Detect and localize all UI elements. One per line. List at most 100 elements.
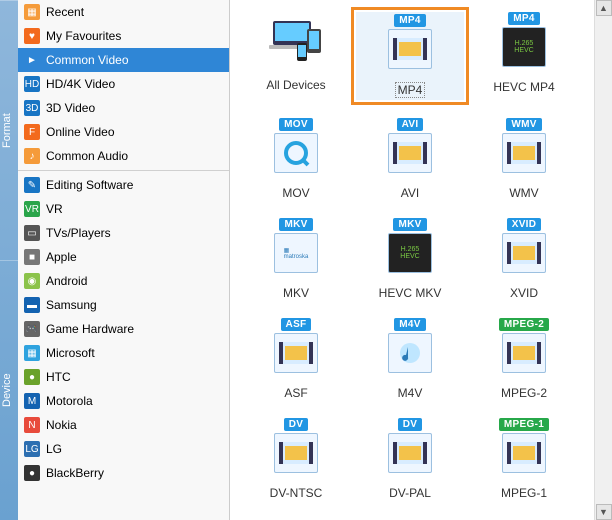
format-grid-wrap: All DevicesMP4MP4MP4H.265HEVCHEVC MP4MOV… bbox=[230, 0, 594, 520]
format-badge: MKV bbox=[279, 218, 312, 231]
nav-item-vr[interactable]: VRVR bbox=[18, 197, 229, 221]
format-badge: MOV bbox=[279, 118, 313, 131]
nav-item-common-video[interactable]: ► Common Video bbox=[18, 48, 229, 72]
tab-format[interactable]: Format bbox=[0, 0, 18, 260]
nav-item-label: TVs/Players bbox=[46, 226, 111, 240]
format-tile-dv-pal[interactable]: DV DV-PAL bbox=[356, 418, 464, 500]
tile-label: HEVC MP4 bbox=[493, 80, 554, 94]
format-tile-mpeg-2[interactable]: MPEG-2 MPEG-2 bbox=[470, 318, 578, 400]
format-badge: DV bbox=[398, 418, 423, 431]
file-icon: MKV ▦matroska bbox=[266, 218, 326, 280]
format-tile-asf[interactable]: ASF ASF bbox=[242, 318, 350, 400]
tile-label: DV-PAL bbox=[389, 486, 431, 500]
scrollbar[interactable]: ▲ ▼ bbox=[594, 0, 612, 520]
file-body-icon bbox=[502, 333, 546, 373]
format-badge: MP4 bbox=[394, 14, 425, 27]
file-body-icon: ▦matroska bbox=[274, 233, 318, 273]
tv-icon: ▭ bbox=[24, 225, 40, 241]
game-icon: 🎮 bbox=[24, 321, 40, 337]
nav-item-label: BlackBerry bbox=[46, 466, 104, 480]
htc-icon: ● bbox=[24, 369, 40, 385]
nav-item-label: Online Video bbox=[46, 125, 115, 139]
nav-item-label: Editing Software bbox=[46, 178, 133, 192]
tile-label: WMV bbox=[509, 186, 538, 200]
audio-icon: ♪ bbox=[24, 148, 40, 164]
format-badge: XVID bbox=[507, 218, 542, 231]
file-icon: MOV bbox=[266, 118, 326, 180]
format-badge: ASF bbox=[281, 318, 312, 331]
tile-label: DV-NTSC bbox=[270, 486, 323, 500]
file-body-icon: H.265HEVC bbox=[502, 27, 546, 67]
nav-item-common-audio[interactable]: ♪Common Audio bbox=[18, 144, 229, 168]
nav-item-nokia[interactable]: NNokia bbox=[18, 413, 229, 437]
editing-icon: ✎ bbox=[24, 177, 40, 193]
nav-item-lg[interactable]: LGLG bbox=[18, 437, 229, 461]
tab-device[interactable]: Device bbox=[0, 260, 18, 520]
format-tile-dv-ntsc[interactable]: DVDV-NTSC bbox=[242, 418, 350, 500]
nav-item-online-video[interactable]: F Online Video bbox=[18, 120, 229, 144]
file-icon: ASF bbox=[266, 318, 326, 380]
nav-item-android[interactable]: ◉Android bbox=[18, 269, 229, 293]
nav-item-microsoft[interactable]: ▦Microsoft bbox=[18, 341, 229, 365]
format-tile-mpeg-1[interactable]: MPEG-1MPEG-1 bbox=[470, 418, 578, 500]
recent-icon: ▦ bbox=[24, 4, 40, 20]
tile-label: MPEG-2 bbox=[501, 386, 547, 400]
samsung-icon: ▬ bbox=[24, 297, 40, 313]
file-icon: XVID bbox=[494, 218, 554, 280]
nav-item-samsung[interactable]: ▬Samsung bbox=[18, 293, 229, 317]
format-badge: MPEG-1 bbox=[499, 418, 549, 431]
nokia-icon: N bbox=[24, 417, 40, 433]
format-tile-all-devices[interactable]: All Devices bbox=[242, 12, 350, 100]
nav-item-editing-software[interactable]: ✎ Editing Software bbox=[18, 173, 229, 197]
file-icon: MPEG-1 bbox=[494, 418, 554, 480]
nav-item-apple[interactable]: ■Apple bbox=[18, 245, 229, 269]
tile-label: ASF bbox=[284, 386, 307, 400]
nav-item-recent[interactable]: ▦ Recent bbox=[18, 0, 229, 24]
format-tile-mkv[interactable]: MKV ▦matroska MKV bbox=[242, 218, 350, 300]
nav-item-htc[interactable]: ● HTC bbox=[18, 365, 229, 389]
sidebar: Format Device ▦ Recent ♥My Favourites ► Comm… bbox=[0, 0, 230, 520]
file-body-icon bbox=[502, 133, 546, 173]
motorola-icon: M bbox=[24, 393, 40, 409]
file-body-icon bbox=[274, 333, 318, 373]
file-body-icon: H.265HEVC bbox=[388, 233, 432, 273]
format-badge: AVI bbox=[397, 118, 424, 131]
file-icon: WMV bbox=[494, 118, 554, 180]
format-tile-mp4[interactable]: MP4MP4 bbox=[356, 12, 464, 100]
nav-item-label: HTC bbox=[46, 370, 71, 384]
tile-label: MOV bbox=[282, 186, 309, 200]
format-badge: MKV bbox=[393, 218, 426, 231]
format-tile-mov[interactable]: MOV MOV bbox=[242, 118, 350, 200]
tile-label: MKV bbox=[283, 286, 309, 300]
format-tile-hevc-mp4[interactable]: MP4H.265HEVCHEVC MP4 bbox=[470, 12, 578, 100]
scroll-down-icon[interactable]: ▼ bbox=[596, 504, 612, 520]
format-tile-wmv[interactable]: WMV WMV bbox=[470, 118, 578, 200]
video-icon: ► bbox=[24, 52, 40, 68]
android-icon: ◉ bbox=[24, 273, 40, 289]
file-body-icon bbox=[388, 333, 432, 373]
format-tile-avi[interactable]: AVIAVI bbox=[356, 118, 464, 200]
nav-item-blackberry[interactable]: ●BlackBerry bbox=[18, 461, 229, 485]
format-badge: WMV bbox=[506, 118, 541, 131]
main-panel: All DevicesMP4MP4MP4H.265HEVCHEVC MP4MOV… bbox=[230, 0, 612, 520]
scroll-up-icon[interactable]: ▲ bbox=[596, 0, 612, 16]
nav-item-3d-video[interactable]: 3D3D Video bbox=[18, 96, 229, 120]
3d-icon: 3D bbox=[24, 100, 40, 116]
nav-item-label: Common Video bbox=[46, 53, 129, 67]
nav-item-hd-4k-video[interactable]: HDHD/4K Video bbox=[18, 72, 229, 96]
format-tile-hevc-mkv[interactable]: MKVH.265HEVCHEVC MKV bbox=[356, 218, 464, 300]
format-tile-m4v[interactable]: M4VM4V bbox=[356, 318, 464, 400]
file-body-icon bbox=[388, 133, 432, 173]
file-body-icon bbox=[388, 433, 432, 473]
file-icon: MPEG-2 bbox=[494, 318, 554, 380]
nav-item-label: Apple bbox=[46, 250, 77, 264]
nav-list: ▦ Recent ♥My Favourites ► Common Video HDHD/4… bbox=[18, 0, 229, 520]
nav-item-motorola[interactable]: MMotorola bbox=[18, 389, 229, 413]
nav-item-tvs-players[interactable]: ▭ TVs/Players bbox=[18, 221, 229, 245]
nav-item-my-favourites[interactable]: ♥My Favourites bbox=[18, 24, 229, 48]
format-tile-xvid[interactable]: XVIDXVID bbox=[470, 218, 578, 300]
online-icon: F bbox=[24, 124, 40, 140]
nav-item-game-hardware[interactable]: 🎮Game Hardware bbox=[18, 317, 229, 341]
nav-item-label: Recent bbox=[46, 5, 84, 19]
microsoft-icon: ▦ bbox=[24, 345, 40, 361]
